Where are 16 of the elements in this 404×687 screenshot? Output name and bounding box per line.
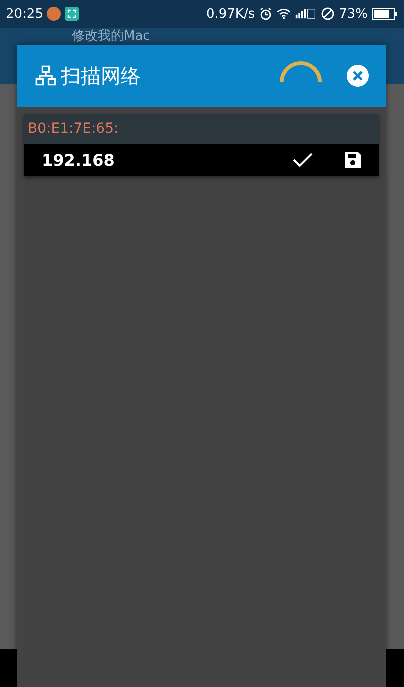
app-title: 修改我的Mac xyxy=(72,29,150,44)
dialog-title: 扫描网络 xyxy=(61,62,141,90)
ip-address: 192.168 xyxy=(42,150,115,170)
do-not-disturb-icon xyxy=(321,7,336,21)
status-time: 20:25 xyxy=(6,6,44,22)
network-speed: 0.97K/s xyxy=(206,6,256,22)
wifi-icon xyxy=(277,7,292,21)
save-button[interactable] xyxy=(343,150,363,170)
mac-address: B0:E1:7E:65: xyxy=(28,121,119,137)
scan-app-icon xyxy=(65,7,80,21)
battery-icon xyxy=(372,8,398,20)
alarm-icon xyxy=(259,7,274,21)
close-button[interactable] xyxy=(346,64,370,88)
network-icon xyxy=(35,65,57,87)
battery-percent: 73% xyxy=(339,6,368,22)
signal-icon xyxy=(295,7,318,21)
